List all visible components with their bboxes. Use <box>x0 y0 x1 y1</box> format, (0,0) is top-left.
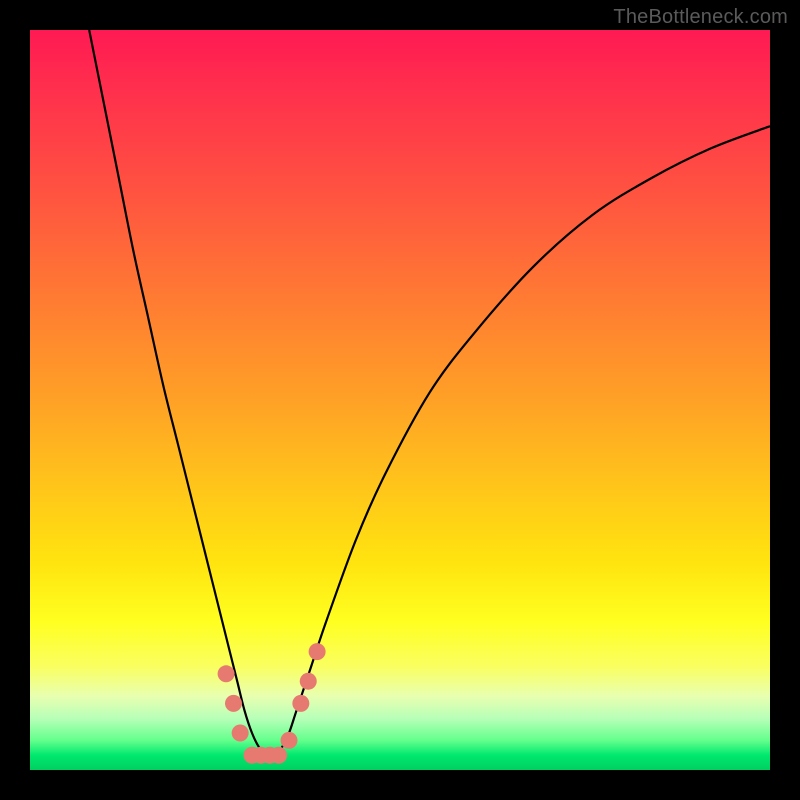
curve-marker <box>218 665 235 682</box>
curve-marker <box>281 732 298 749</box>
plot-area <box>30 30 770 770</box>
watermark-text: TheBottleneck.com <box>613 6 788 29</box>
curve-marker <box>270 747 287 764</box>
curve-marker <box>300 673 317 690</box>
curve-marker <box>232 725 249 742</box>
curve-marker <box>309 643 326 660</box>
bottleneck-curve <box>30 30 770 770</box>
chart-frame: TheBottleneck.com <box>0 0 800 800</box>
curve-marker <box>225 695 242 712</box>
curve-marker <box>292 695 309 712</box>
